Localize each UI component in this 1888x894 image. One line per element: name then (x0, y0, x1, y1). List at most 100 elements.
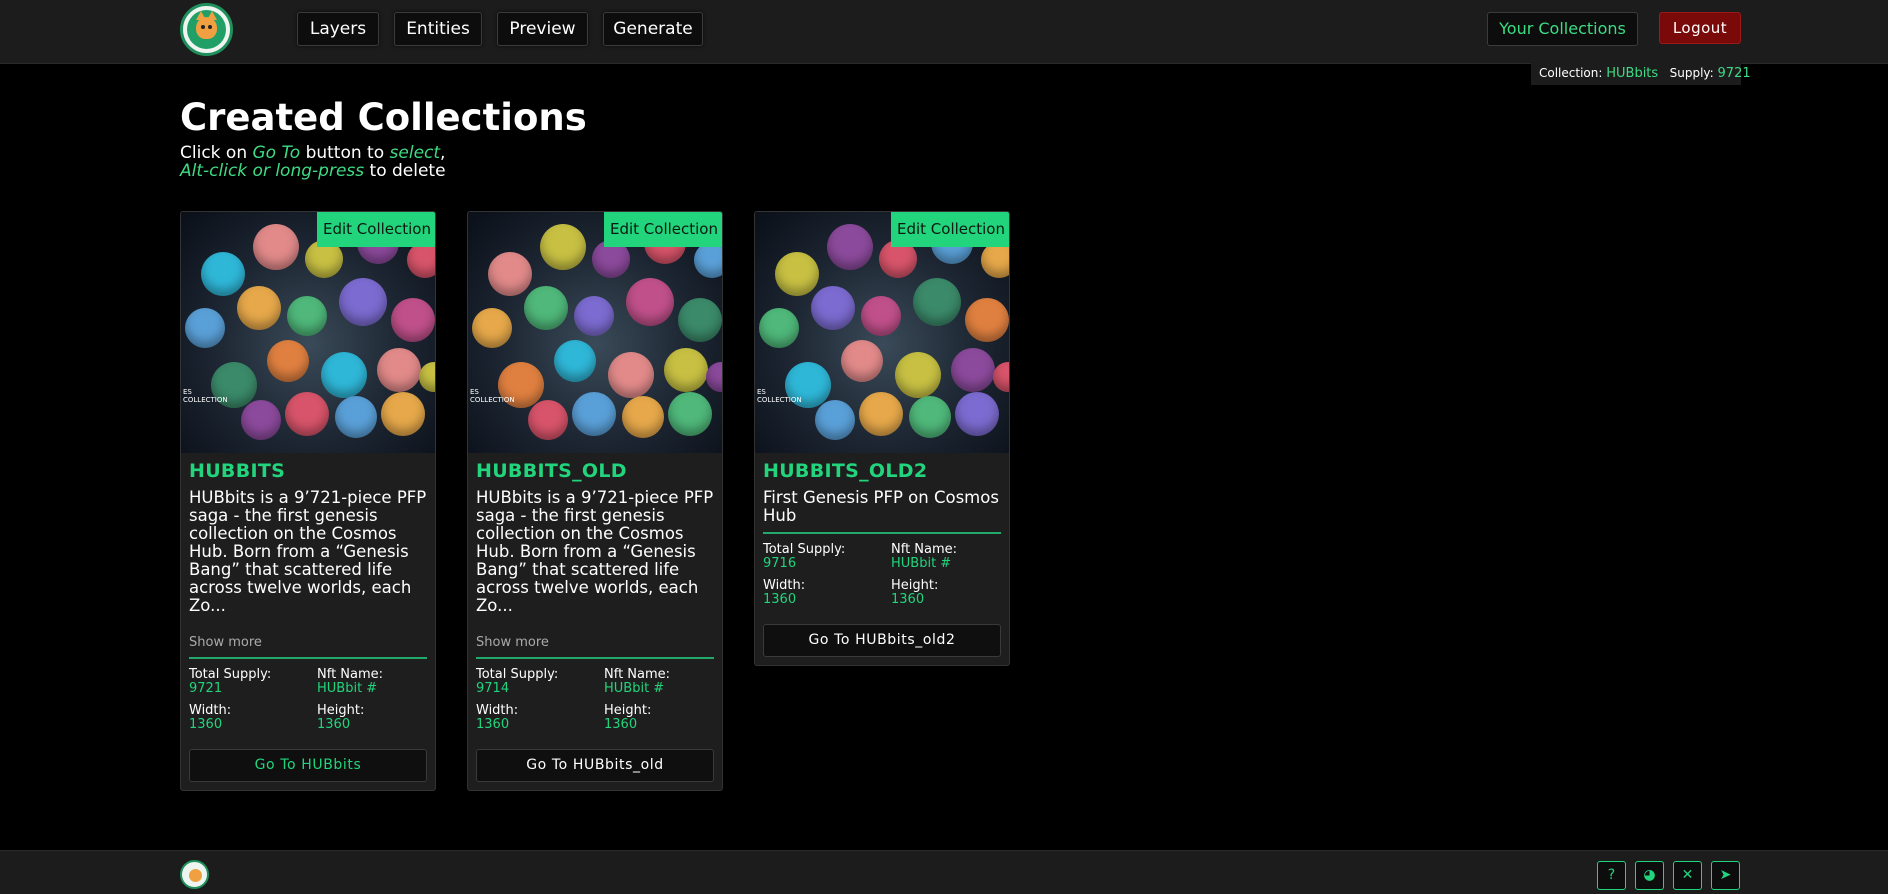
nft-name-label: Nft Name: (891, 542, 958, 557)
avatar (528, 400, 568, 440)
collection-description: First Genesis PFP on Cosmos Hub (763, 488, 999, 525)
total-supply-label: Total Supply: (476, 667, 559, 682)
total-supply-label: Total Supply: (189, 667, 272, 682)
height-value: 1360 (604, 717, 638, 732)
go-to-collection-button[interactable]: Go To HUBbits (189, 749, 427, 782)
width-label: Width: (476, 703, 519, 718)
collection-value: HUBbits (1606, 66, 1659, 81)
nft-name-value: HUBbit # (891, 556, 952, 571)
collection-stats: Total Supply: 9721 Nft Name: HUBbit # Widt… (189, 668, 427, 732)
edit-collection-button[interactable]: Edit Collection (317, 212, 435, 247)
avatar (993, 362, 1009, 392)
avatar (668, 392, 712, 436)
avatar (608, 352, 654, 398)
x-icon[interactable]: ✕ (1673, 861, 1702, 890)
avatar (540, 224, 586, 270)
avatar (287, 296, 327, 336)
avatar (524, 286, 568, 330)
collection-image: ES COLLECTION Edit Collection (468, 212, 722, 453)
image-overlay-text: ES COLLECTION (183, 388, 228, 404)
avatar (574, 296, 614, 336)
edit-collection-button[interactable]: Edit Collection (891, 212, 1009, 247)
supply-value: 9721 (1717, 66, 1751, 81)
instr-text: Click on (180, 143, 253, 163)
nft-name-value: HUBbit # (604, 681, 665, 696)
telegram-icon[interactable]: ➤ (1711, 861, 1740, 890)
avatar (664, 348, 708, 392)
go-to-collection-button[interactable]: Go To HUBbits_old2 (763, 624, 1001, 657)
avatar (955, 392, 999, 436)
go-to-collection-button[interactable]: Go To HUBbits_old (476, 749, 714, 782)
collection-description: HUBbits is a 9’721-piece PFP saga - the … (476, 488, 714, 615)
collection-card[interactable]: ES COLLECTION Edit Collection HUBBITS_OL… (754, 211, 1010, 666)
total-supply-label: Total Supply: (763, 542, 846, 557)
nft-name-value: HUBbit # (317, 681, 378, 696)
avatar (815, 400, 855, 440)
collection-card[interactable]: ES COLLECTION Edit Collection HUBBITS_OL… (467, 211, 723, 791)
avatar (253, 224, 299, 270)
avatar (407, 242, 435, 278)
instr-goto: Go To (252, 143, 301, 163)
avatar (201, 252, 245, 296)
logout-button[interactable]: Logout (1659, 12, 1741, 44)
supply-label: Supply: (1669, 66, 1714, 80)
avatar (909, 396, 951, 438)
nav-entities-button[interactable]: Entities (394, 12, 482, 46)
page-title: Created Collections (180, 96, 587, 139)
height-label: Height: (891, 578, 939, 593)
nft-name-label: Nft Name: (317, 667, 384, 682)
image-overlay-text: ES COLLECTION (470, 388, 515, 404)
divider (189, 657, 427, 659)
avatar (759, 308, 799, 348)
avatar (237, 286, 281, 330)
collection-name: HUBBITS_OLD (476, 460, 627, 482)
avatar (321, 352, 367, 398)
avatar (267, 340, 309, 382)
avatar (859, 392, 903, 436)
width-value: 1360 (189, 717, 223, 732)
footer: ? ◕ ✕ ➤ (0, 850, 1888, 894)
instr-text: , (440, 143, 446, 163)
height-value: 1360 (317, 717, 351, 732)
collection-name: HUBBITS (189, 460, 286, 482)
avatar (981, 242, 1009, 278)
nav-preview-button[interactable]: Preview (497, 12, 588, 46)
instr-alt: Alt-click or long-press (180, 161, 365, 181)
nav-layers-button[interactable]: Layers (297, 12, 379, 46)
show-more-link[interactable]: Show more (476, 635, 714, 650)
avatar (488, 252, 532, 296)
height-label: Height: (317, 703, 365, 718)
total-supply-value: 9714 (476, 681, 510, 696)
help-icon[interactable]: ? (1597, 861, 1626, 890)
avatar (285, 392, 329, 436)
collection-stats: Total Supply: 9714 Nft Name: HUBbit # Widt… (476, 668, 714, 732)
avatar (811, 286, 855, 330)
avatar (241, 400, 281, 440)
avatar (775, 252, 819, 296)
instr-text: to delete (364, 161, 446, 181)
avatar (841, 340, 883, 382)
show-more-link[interactable]: Show more (189, 635, 427, 650)
instr-select: select (389, 143, 441, 163)
divider (476, 657, 714, 659)
avatar (965, 298, 1009, 342)
nav-generate-button[interactable]: Generate (603, 12, 703, 46)
edit-collection-button[interactable]: Edit Collection (604, 212, 722, 247)
top-navbar: Layers Entities Preview Generate Your Co… (0, 0, 1888, 64)
avatar (694, 242, 722, 278)
avatar (335, 396, 377, 438)
width-label: Width: (189, 703, 232, 718)
your-collections-button[interactable]: Your Collections (1487, 12, 1638, 46)
avatar (339, 278, 387, 326)
collection-image: ES COLLECTION Edit Collection (755, 212, 1009, 453)
image-overlay-text: ES COLLECTION (757, 388, 802, 404)
matcha-club-logo[interactable] (180, 3, 233, 56)
instr-text: button to (300, 143, 390, 163)
avatar (895, 352, 941, 398)
footer-logo[interactable] (180, 860, 209, 889)
page-instructions: Click on Go To button to select, Alt-cli… (180, 144, 446, 180)
collection-card[interactable]: ES COLLECTION Edit Collection HUBBITS HU… (180, 211, 436, 791)
width-value: 1360 (763, 592, 797, 607)
discord-icon[interactable]: ◕ (1635, 861, 1664, 890)
collection-label: Collection: (1539, 66, 1603, 80)
